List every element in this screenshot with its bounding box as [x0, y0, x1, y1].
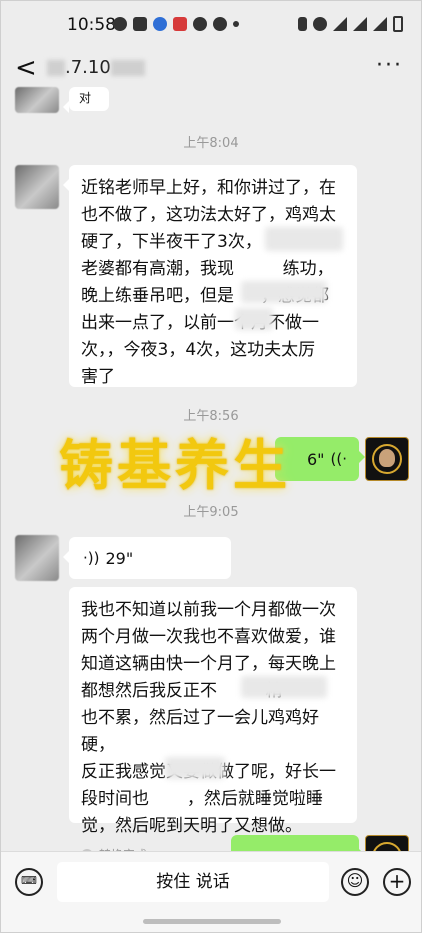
location-icon — [213, 17, 227, 31]
title-blur-2 — [110, 60, 145, 76]
voice-duration: 29" — [105, 548, 134, 568]
voice-duration: 6" — [306, 449, 325, 469]
video-notification-icon — [173, 17, 187, 31]
wifi-icon — [333, 17, 347, 31]
redaction-blur — [265, 227, 343, 251]
notification-icons — [113, 17, 239, 31]
camera-notification-icon — [133, 17, 147, 31]
hold-to-talk-button[interactable]: 按住 说话 — [57, 862, 329, 902]
signal-2-icon — [373, 17, 387, 31]
timestamp: 上午9:05 — [183, 505, 239, 520]
avatar[interactable] — [15, 165, 59, 209]
voice-message: ·)) 29" — [83, 537, 217, 579]
emoji-icon[interactable]: ☺ — [341, 868, 369, 896]
vibrate-icon — [298, 17, 307, 31]
status-bar: 10:58 — [1, 1, 421, 45]
home-indicator[interactable] — [143, 919, 281, 924]
scissors-icon — [193, 17, 207, 31]
message-text: 对 — [79, 91, 92, 105]
voice-wave-icon: ·)) — [83, 549, 100, 567]
chat-header: < .7.10 ··· — [1, 47, 421, 91]
title-blur — [47, 60, 65, 76]
redaction-blur — [235, 308, 273, 330]
status-time: 10:58 — [67, 15, 116, 35]
alarm-icon — [313, 17, 327, 31]
app-notification-icon — [153, 17, 167, 31]
back-icon[interactable]: < — [15, 53, 37, 83]
signal-icon — [353, 17, 367, 31]
voice-wave-icon: ((· — [330, 450, 347, 468]
transcription-bubble[interactable]: 我也不知道以前我一个月都做一次 两个月做一次我也不喜欢做爱，谁 知道这辆由快一个… — [69, 587, 357, 862]
redaction-blur — [165, 757, 225, 779]
dot-icon — [233, 21, 239, 27]
message-bubble-previous: 对 — [63, 87, 109, 113]
chat-title: .7.10 — [47, 57, 145, 78]
avatar[interactable] — [15, 535, 59, 581]
more-actions-icon[interactable]: + — [383, 868, 411, 896]
redaction-blur — [241, 676, 327, 698]
avatar-face — [379, 449, 395, 467]
avatar[interactable] — [15, 87, 59, 113]
voice-message-bubble[interactable]: ·)) 29" — [63, 537, 231, 579]
watermark: 铸基养生 — [59, 433, 291, 497]
avatar-self[interactable] — [365, 437, 409, 481]
redaction-blur — [241, 281, 327, 303]
system-icons — [298, 16, 403, 32]
input-bar: ⌨ 按住 说话 ☺ + — [1, 851, 421, 932]
chat-title-text: .7.10 — [65, 57, 111, 78]
voice-message: 6" ((· — [287, 437, 347, 481]
chat-screen: 10:58 < .7.10 ··· 对 上午8:04 近铭老师早上好，和你讲过了… — [0, 0, 422, 933]
keyboard-toggle-icon[interactable]: ⌨ — [15, 868, 43, 896]
transcription-text: 我也不知道以前我一个月都做一次 两个月做一次我也不喜欢做爱，谁 知道这辆由快一个… — [81, 600, 336, 836]
timestamp: 上午8:04 — [183, 136, 239, 151]
message-bubble[interactable]: 近铭老师早上好，和你讲过了，在 也不做了，这功法太好了，鸡鸡太 硬了，下半夜干了… — [63, 165, 357, 387]
battery-icon — [393, 16, 403, 32]
chat-notification-icon — [113, 17, 127, 31]
more-options-icon[interactable]: ··· — [376, 53, 403, 78]
